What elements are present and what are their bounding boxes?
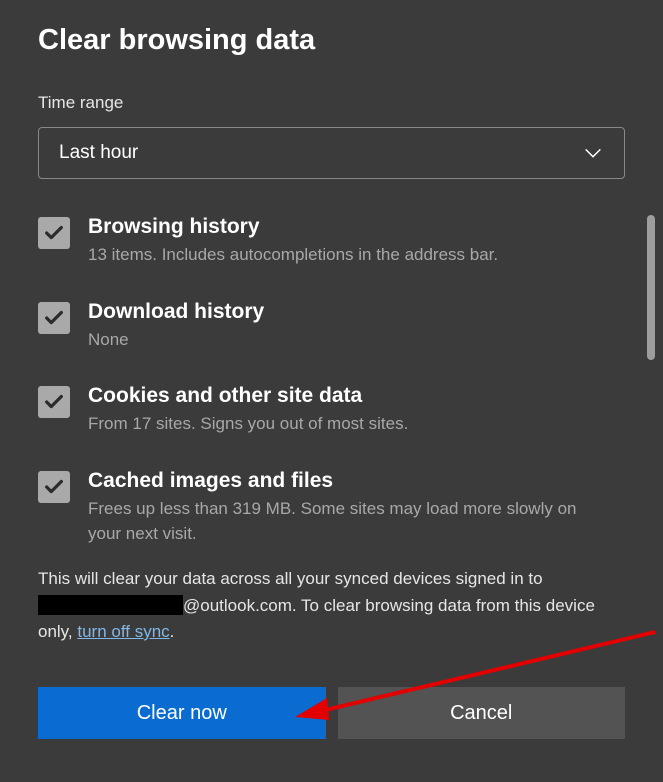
cancel-button[interactable]: Cancel [338, 687, 626, 739]
checkbox-cookies[interactable] [38, 386, 70, 418]
option-desc: From 17 sites. Signs you out of most sit… [88, 412, 587, 437]
time-range-select[interactable]: Last hour [38, 127, 625, 179]
redacted-email [38, 595, 183, 615]
time-range-label: Time range [38, 93, 625, 113]
check-icon [43, 391, 65, 413]
sync-notice-part3: . [170, 622, 175, 641]
option-browsing-history: Browsing history 13 items. Includes auto… [38, 215, 587, 268]
checkbox-cached[interactable] [38, 471, 70, 503]
check-icon [43, 307, 65, 329]
turn-off-sync-link[interactable]: turn off sync [77, 622, 169, 641]
option-cached: Cached images and files Frees up less th… [38, 469, 587, 546]
sync-notice: This will clear your data across all you… [38, 566, 625, 645]
option-title: Cached images and files [88, 469, 587, 493]
option-title: Browsing history [88, 215, 587, 239]
option-desc: None [88, 328, 587, 353]
scrollbar[interactable] [647, 215, 655, 360]
option-cookies: Cookies and other site data From 17 site… [38, 384, 587, 437]
options-list: Browsing history 13 items. Includes auto… [38, 215, 625, 546]
check-icon [43, 476, 65, 498]
option-desc: 13 items. Includes autocompletions in th… [88, 243, 587, 268]
check-icon [43, 222, 65, 244]
checkbox-browsing-history[interactable] [38, 217, 70, 249]
clear-now-button[interactable]: Clear now [38, 687, 326, 739]
option-title: Download history [88, 300, 587, 324]
option-title: Cookies and other site data [88, 384, 587, 408]
sync-notice-part1: This will clear your data across all you… [38, 569, 543, 588]
option-download-history: Download history None [38, 300, 587, 353]
checkbox-download-history[interactable] [38, 302, 70, 334]
chevron-down-icon [582, 142, 604, 164]
dialog-title: Clear browsing data [38, 24, 625, 57]
option-desc: Frees up less than 319 MB. Some sites ma… [88, 497, 587, 546]
time-range-value: Last hour [59, 142, 138, 164]
